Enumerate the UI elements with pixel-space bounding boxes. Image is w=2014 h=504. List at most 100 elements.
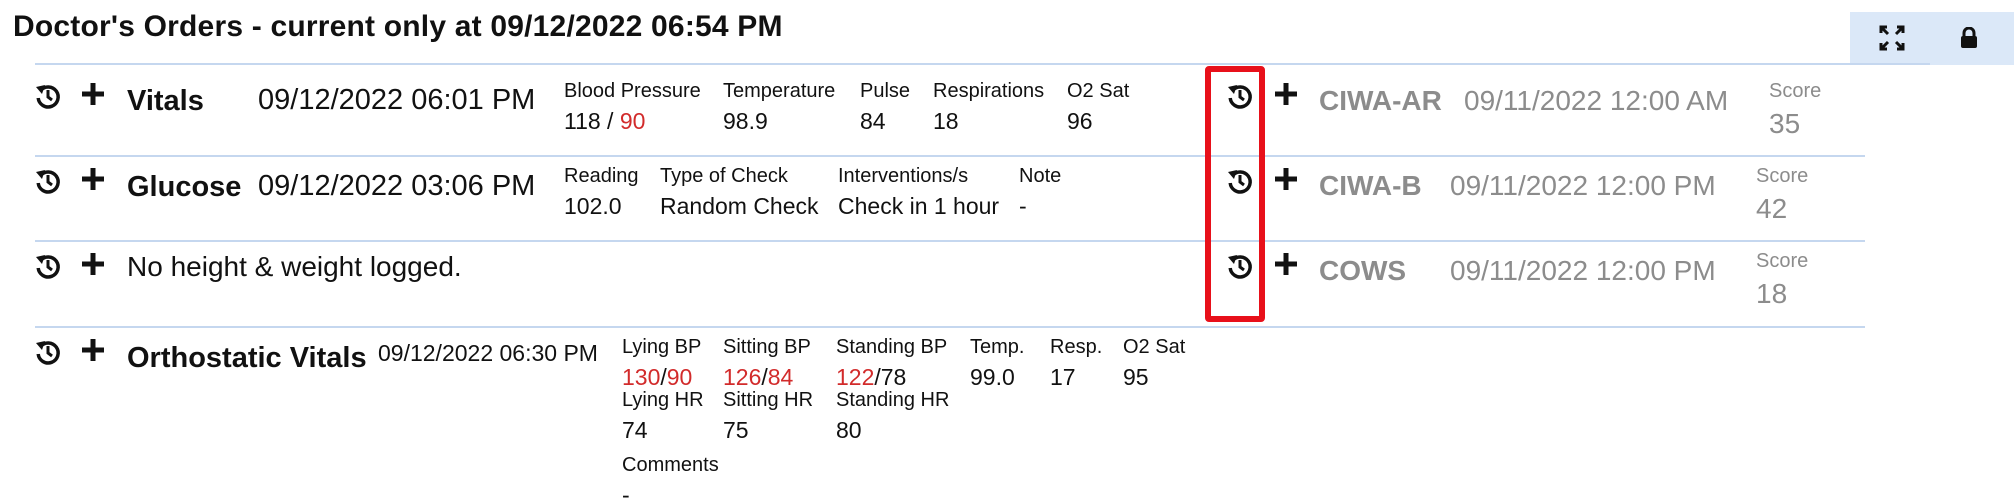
- field-header: Temperature: [723, 80, 836, 102]
- score-header: Score: [1756, 250, 1809, 272]
- expand-icon: [1879, 25, 1905, 56]
- toolbar-panel: [1850, 12, 2014, 65]
- interventions-value: Check in 1 hour: [838, 193, 1000, 219]
- highlight-box: [1205, 66, 1265, 322]
- field-header: O2 Sat: [1067, 80, 1130, 102]
- history-button[interactable]: [31, 166, 65, 200]
- no-height-weight-text: No height & weight logged.: [127, 251, 462, 282]
- plus-icon: [1274, 252, 1298, 281]
- standing-bp-systolic: 122: [836, 364, 875, 390]
- comments-value: -: [622, 482, 630, 504]
- add-button[interactable]: [1269, 249, 1303, 283]
- assessment-label: CIWA-AR: [1319, 85, 1442, 116]
- plus-icon: [81, 338, 105, 367]
- assessment-label: CIWA-B: [1319, 170, 1422, 201]
- page-title: Doctor's Orders - current only at 09/12/…: [13, 10, 783, 43]
- score-value: 42: [1756, 193, 1788, 224]
- respirations-value: 18: [933, 108, 959, 134]
- lying-bp-value: 130/90: [622, 364, 692, 391]
- type-of-check-value: Random Check: [660, 193, 819, 219]
- field-header: Note: [1019, 165, 1062, 187]
- note-value: -: [1019, 193, 1027, 219]
- history-icon: [34, 82, 62, 115]
- assessment-datetime: 09/11/2022 12:00 PM: [1450, 170, 1716, 201]
- divider: [35, 326, 1865, 328]
- field-header: Standing HR: [836, 389, 950, 411]
- field-header: Temp.: [970, 336, 1025, 358]
- history-icon: [34, 338, 62, 371]
- field-header: Standing BP: [836, 336, 948, 358]
- score-header: Score: [1756, 165, 1809, 187]
- reading-value: 102.0: [564, 193, 622, 219]
- history-button[interactable]: [31, 337, 65, 371]
- score-value: 18: [1756, 278, 1788, 309]
- vitals-label: Vitals: [127, 85, 204, 117]
- field-header: Lying HR: [622, 389, 704, 411]
- bp-diastolic: 90: [619, 108, 646, 134]
- add-button[interactable]: [76, 164, 110, 198]
- orthostatic-vitals-label: Orthostatic Vitals: [127, 342, 367, 374]
- assessment-datetime: 09/11/2022 12:00 AM: [1464, 85, 1729, 116]
- orthostatic-datetime: 09/12/2022 06:30 PM: [378, 340, 598, 366]
- field-header: Sitting BP: [723, 336, 811, 358]
- field-header: Blood Pressure: [564, 80, 701, 102]
- assessment-datetime: 09/11/2022 12:00 PM: [1450, 255, 1716, 286]
- score-header: Score: [1769, 80, 1822, 102]
- score-value: 35: [1769, 108, 1801, 139]
- field-header: Interventions/s: [838, 165, 969, 187]
- lying-bp-diastolic: 90: [666, 364, 693, 390]
- add-button[interactable]: [76, 79, 110, 113]
- divider: [35, 240, 1865, 242]
- field-header: Sitting HR: [723, 389, 814, 411]
- standing-hr-value: 80: [836, 417, 862, 443]
- field-header: Respirations: [933, 80, 1045, 102]
- vitals-datetime: 09/12/2022 06:01 PM: [258, 84, 536, 116]
- history-icon: [34, 167, 62, 200]
- field-header: Comments: [622, 454, 719, 476]
- standing-bp-diastolic: 78: [880, 364, 907, 390]
- sitting-bp-systolic: 126: [723, 364, 762, 390]
- glucose-datetime: 09/12/2022 03:06 PM: [258, 170, 536, 202]
- doctors-orders-page: Doctor's Orders - current only at 09/12/…: [0, 0, 2014, 504]
- field-header: Pulse: [860, 80, 911, 102]
- field-header: Type of Check: [660, 165, 788, 187]
- ortho-o2-value: 95: [1123, 364, 1149, 390]
- history-button[interactable]: [31, 251, 65, 285]
- standing-bp-value: 122/78: [836, 364, 906, 391]
- temperature-value: 98.9: [723, 108, 768, 134]
- ortho-resp-value: 17: [1050, 364, 1076, 390]
- add-button[interactable]: [76, 249, 110, 283]
- field-header: Resp.: [1050, 336, 1103, 358]
- ortho-temp-value: 99.0: [970, 364, 1015, 390]
- blood-pressure-value: 118 / 90: [564, 108, 645, 135]
- sitting-hr-value: 75: [723, 417, 749, 443]
- divider: [35, 63, 1930, 65]
- expand-button[interactable]: [1872, 20, 1912, 60]
- glucose-label: Glucose: [127, 171, 242, 203]
- plus-icon: [81, 82, 105, 111]
- lock-button[interactable]: [1949, 20, 1989, 60]
- divider: [35, 155, 1865, 157]
- plus-icon: [1274, 82, 1298, 111]
- assessment-label: COWS: [1319, 255, 1407, 286]
- field-header: Reading: [564, 165, 639, 187]
- history-icon: [34, 252, 62, 285]
- sitting-bp-diastolic: 84: [767, 364, 794, 390]
- add-button[interactable]: [1269, 164, 1303, 198]
- plus-icon: [81, 167, 105, 196]
- lying-hr-value: 74: [622, 417, 648, 443]
- bp-separator: /: [600, 108, 620, 134]
- bp-systolic: 118: [564, 108, 601, 134]
- plus-icon: [1274, 167, 1298, 196]
- plus-icon: [81, 252, 105, 281]
- field-header: O2 Sat: [1123, 336, 1186, 358]
- lying-bp-systolic: 130: [622, 364, 661, 390]
- o2-sat-value: 96: [1067, 108, 1093, 134]
- history-button[interactable]: [31, 81, 65, 115]
- add-button[interactable]: [1269, 79, 1303, 113]
- field-header: Lying BP: [622, 336, 702, 358]
- pulse-value: 84: [860, 108, 886, 134]
- sitting-bp-value: 126/84: [723, 364, 793, 391]
- lock-icon: [1960, 26, 1978, 54]
- add-button[interactable]: [76, 335, 110, 369]
